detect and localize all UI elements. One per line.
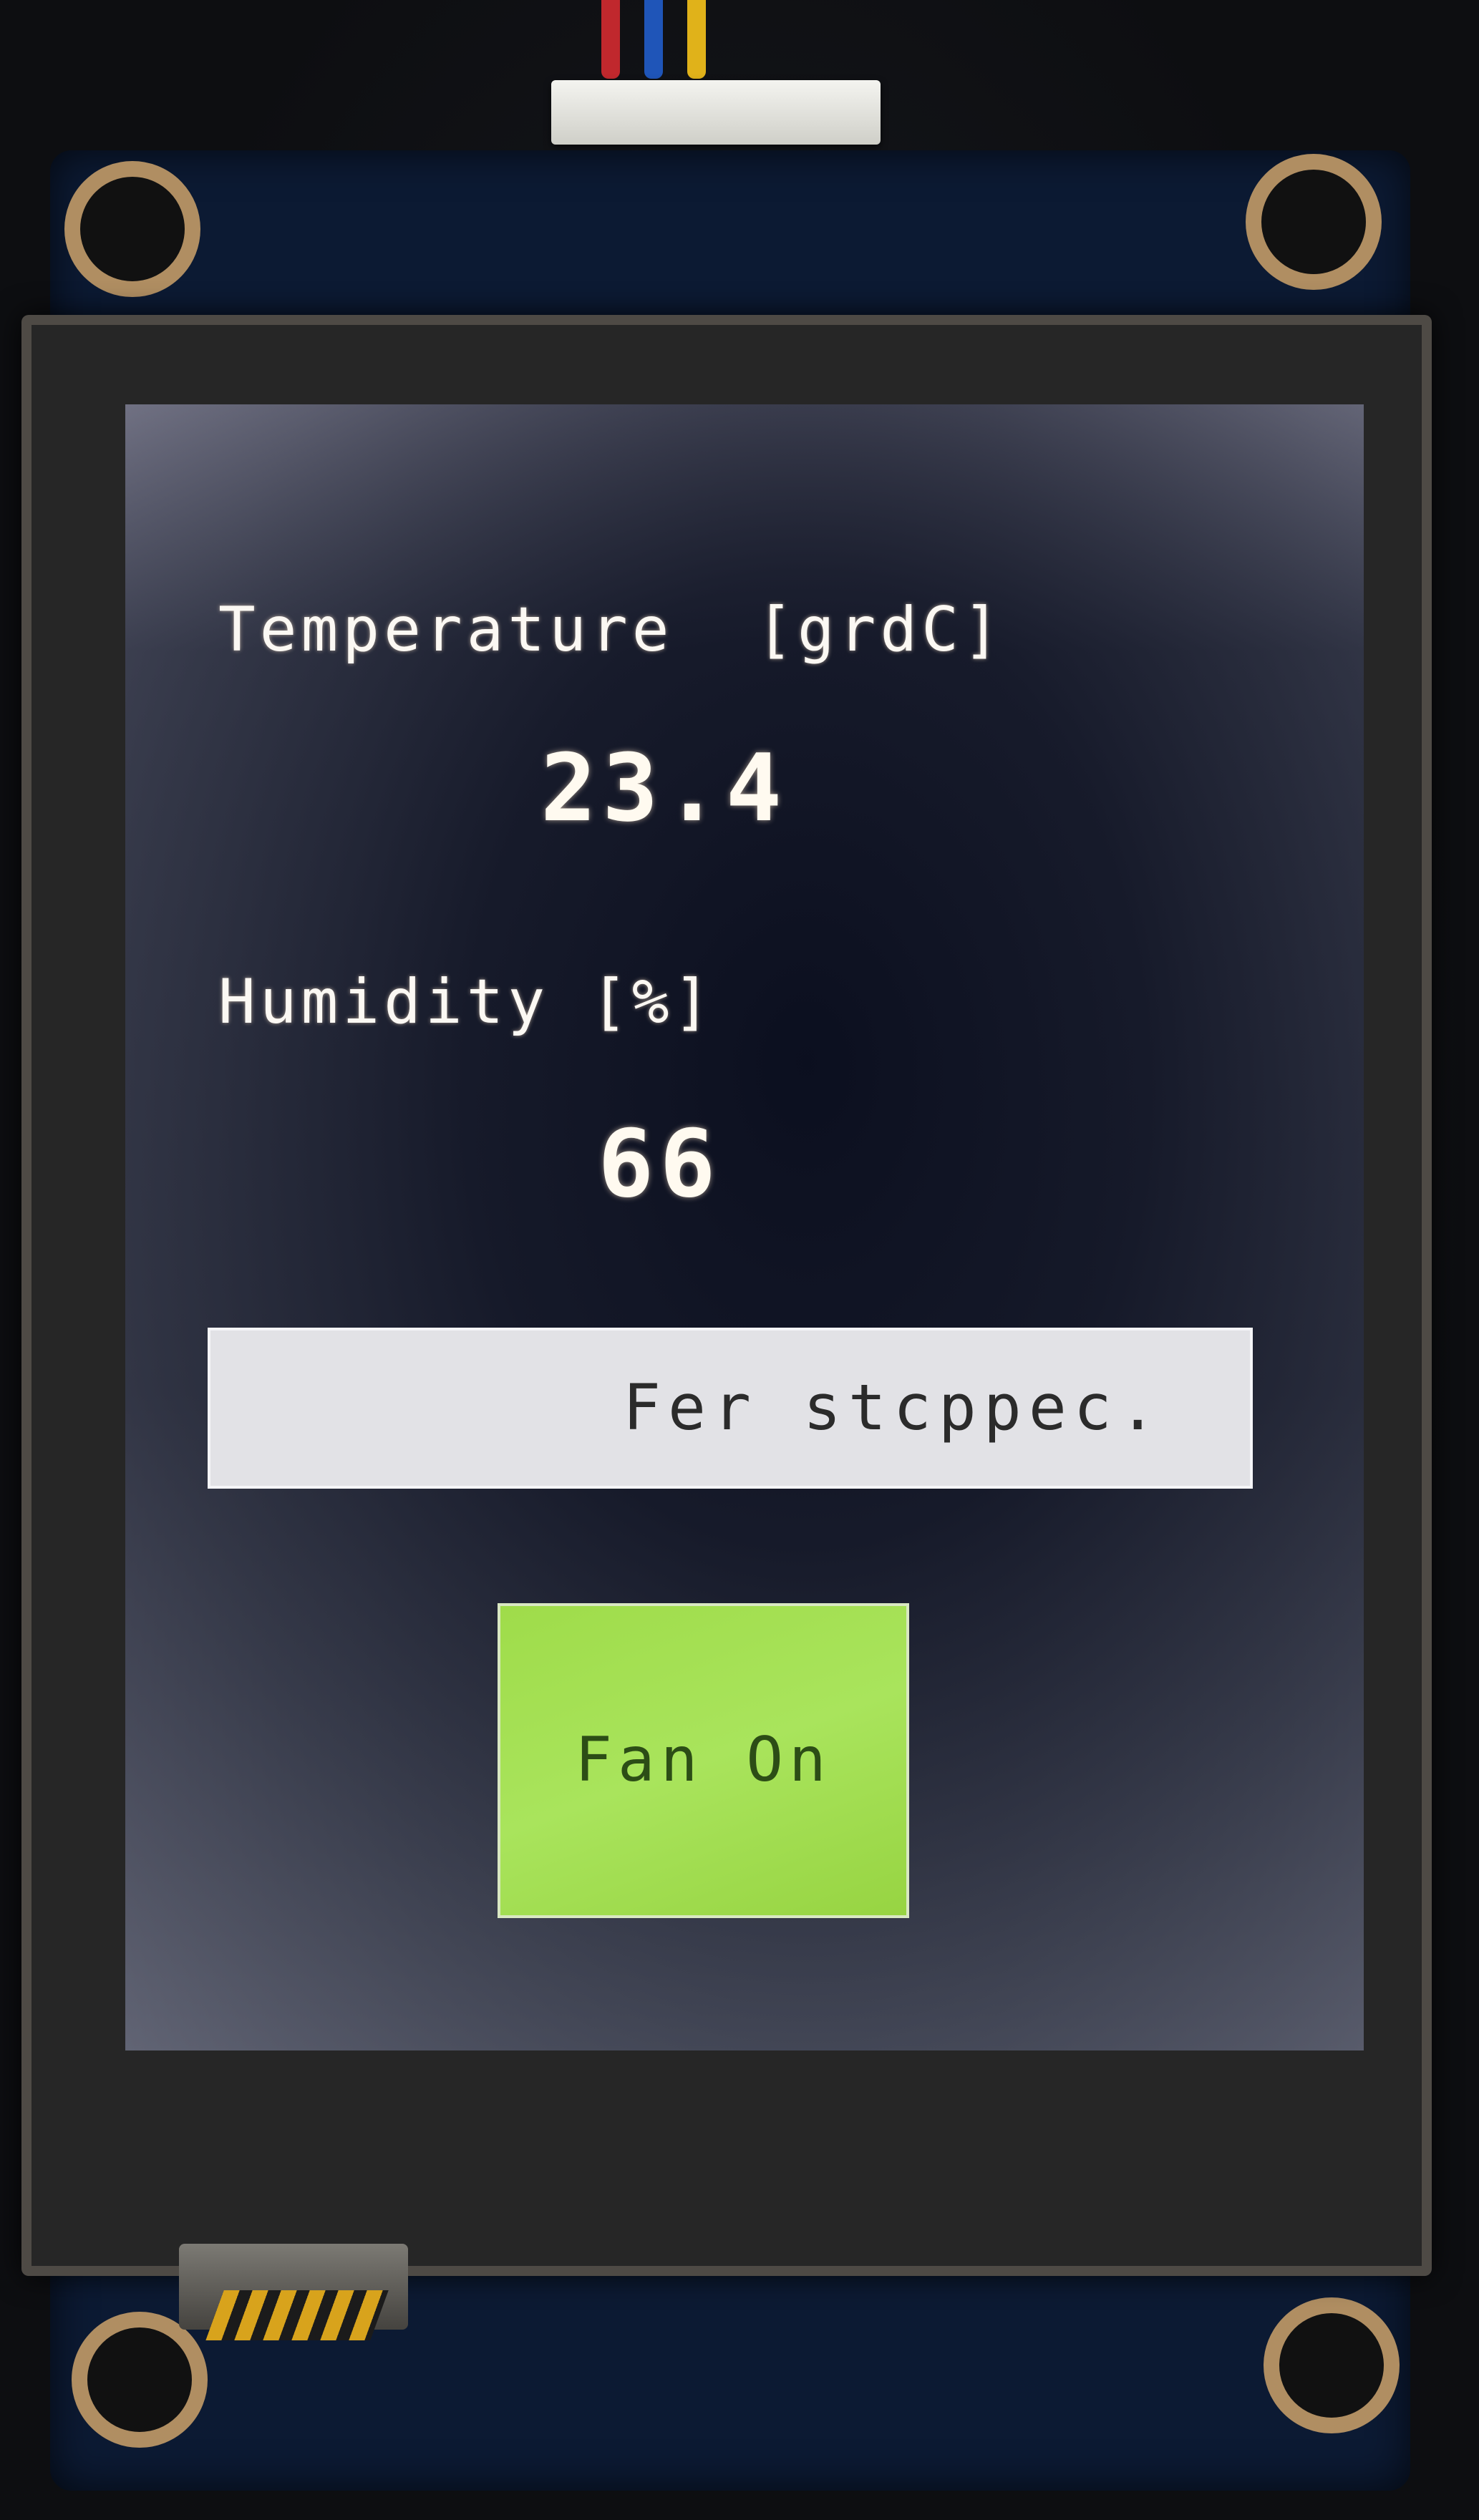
temperature-value: 23.4 [540,734,788,842]
cable-connector [551,80,881,145]
fan-status-bar: Fer stcppec. [208,1328,1253,1489]
mounting-hole-top-left [64,161,200,297]
blue-wire [644,0,663,79]
yellow-wire [687,0,706,79]
humidity-label: Humidity [%] [218,966,715,1038]
mounting-hole-top-right [1246,154,1382,290]
humidity-value: 66 [598,1109,722,1218]
fan-on-button[interactable]: Fan On [498,1603,909,1918]
red-wire [601,0,620,79]
mounting-hole-bottom-left [72,2312,208,2448]
flex-connector-contacts [205,2290,389,2340]
temperature-label: Temperature [grdC] [218,594,1004,666]
fan-on-button-label: Fan On [575,1724,832,1796]
mounting-hole-bottom-right [1264,2297,1400,2433]
touch-screen: Temperature [grdC] 23.4 Humidity [%] 66 … [125,404,1364,2050]
fan-status-text: Fer stcppec. [623,1371,1164,1444]
device-photo: Temperature [grdC] 23.4 Humidity [%] 66 … [0,0,1479,2520]
